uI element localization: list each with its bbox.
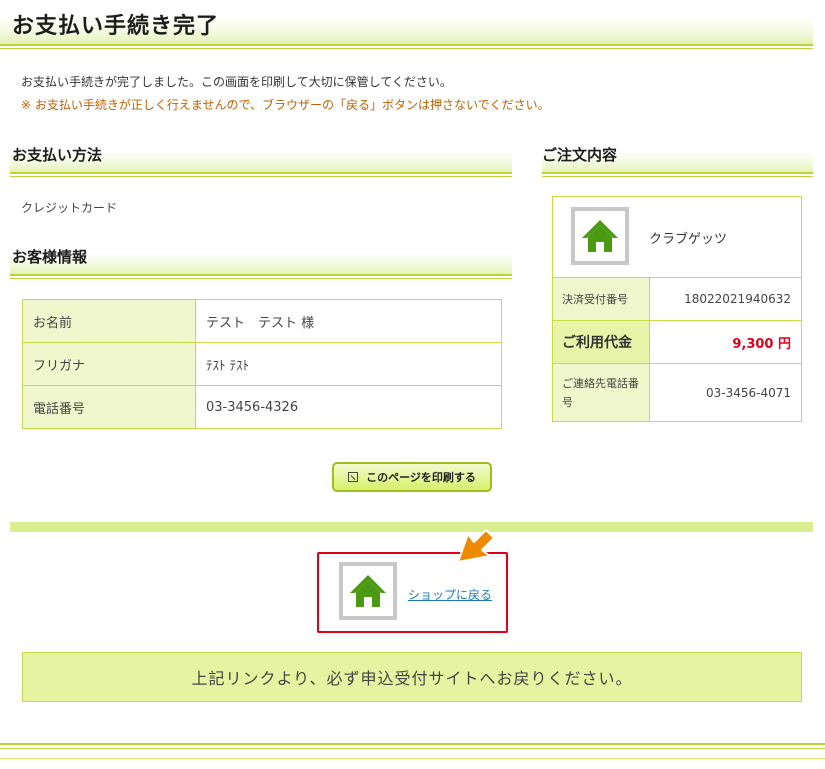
table-row: フリガナ ﾃｽﾄ ﾃｽﾄ xyxy=(22,342,502,386)
order-table: 決済受付番号 18022021940632 ご利用代金 9,300 円 ご連絡先… xyxy=(552,277,802,422)
shop-logo xyxy=(571,207,629,265)
customer-kana-label: フリガナ xyxy=(22,342,196,386)
page-title-rule-thin xyxy=(0,48,813,49)
order-price-value: 9,300 円 xyxy=(649,320,802,364)
customer-kana-value: ﾃｽﾄ ﾃｽﾄ xyxy=(195,342,502,386)
order-number-value: 18022021940632 xyxy=(649,277,802,321)
payment-heading-rule-thin xyxy=(10,176,512,177)
order-heading-rule xyxy=(542,172,813,174)
footer-rule-bottom xyxy=(0,758,825,759)
table-row: 電話番号 03-3456-4326 xyxy=(22,385,502,429)
payment-method-value: クレジットカード xyxy=(21,201,118,215)
order-price-label: ご利用代金 xyxy=(552,320,650,364)
order-shop-box: クラブゲッツ xyxy=(552,196,802,278)
customer-phone-label: 電話番号 xyxy=(22,385,196,429)
payment-heading-rule xyxy=(10,172,512,174)
order-heading-rule-thin xyxy=(542,176,813,177)
customer-name-value: テスト テスト 様 xyxy=(195,299,502,343)
order-heading: ご注文内容 xyxy=(542,146,618,164)
customer-table: お名前 テスト テスト 様 フリガナ ﾃｽﾄ ﾃｽﾄ 電話番号 03-3456-… xyxy=(22,299,502,429)
warning-text: ※ お支払い手続きが正しく行えませんので、ブラウザーの「戻る」ボタンは押さないで… xyxy=(21,98,550,112)
order-number-label: 決済受付番号 xyxy=(552,277,650,321)
shop-name: クラブゲッツ xyxy=(649,232,728,247)
arrow-pointer-icon xyxy=(457,529,495,563)
intro-text: お支払い手続きが完了しました。この画面を印刷して大切に保管してください。 xyxy=(21,75,452,89)
table-row: ご連絡先電話番号 03-3456-4071 xyxy=(552,363,802,422)
order-phone-label: ご連絡先電話番号 xyxy=(552,363,650,422)
back-to-shop-link[interactable]: ショップに戻る xyxy=(408,586,492,603)
print-button-label: このページを印刷する xyxy=(366,471,476,484)
house-icon xyxy=(582,220,618,252)
customer-heading-rule-thin xyxy=(10,278,512,279)
section-divider xyxy=(10,522,813,532)
table-row: お名前 テスト テスト 様 xyxy=(22,299,502,343)
page-title: お支払い手続き完了 xyxy=(12,14,220,39)
customer-phone-value: 03-3456-4326 xyxy=(195,385,502,429)
footer-rule-thin xyxy=(0,748,825,749)
back-shop-logo[interactable] xyxy=(339,562,397,620)
footer-rule xyxy=(0,743,825,745)
customer-heading-rule xyxy=(10,274,512,276)
order-phone-value: 03-3456-4071 xyxy=(649,363,802,422)
page-title-rule xyxy=(0,44,813,46)
return-notice-text: 上記リンクより、必ず申込受付サイトへお戻りください。 xyxy=(191,669,633,688)
table-row: 決済受付番号 18022021940632 xyxy=(552,277,802,321)
house-icon xyxy=(350,575,386,607)
payment-heading: お支払い方法 xyxy=(12,146,103,164)
print-icon xyxy=(348,472,359,482)
print-button[interactable]: このページを印刷する xyxy=(332,462,492,492)
customer-heading: お客様情報 xyxy=(12,248,88,266)
customer-name-label: お名前 xyxy=(22,299,196,343)
table-row: ご利用代金 9,300 円 xyxy=(552,320,802,364)
return-notice-bar: 上記リンクより、必ず申込受付サイトへお戻りください。 xyxy=(22,652,802,702)
